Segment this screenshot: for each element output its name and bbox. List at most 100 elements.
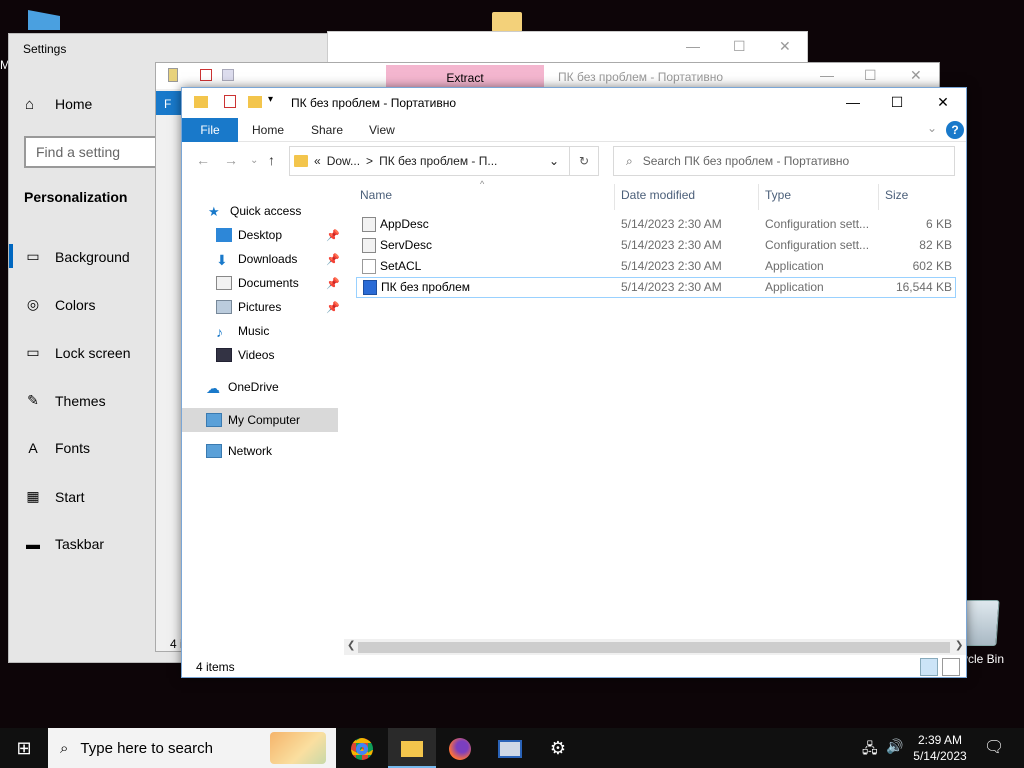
explorer-window[interactable]: ▾ ПК без проблем - Портативно — ☐ ✕ File… [181, 87, 967, 678]
file-row[interactable]: SetACL 5/14/2023 2:30 AM Application 602… [356, 256, 956, 277]
address-segment[interactable]: ПК без проблем - П... [379, 154, 497, 168]
nav-label: Downloads [238, 252, 298, 266]
address-separator[interactable]: > [366, 154, 373, 168]
extract-tab[interactable]: Extract [386, 65, 544, 89]
pin-icon[interactable]: 📌 [326, 253, 340, 266]
pin-icon[interactable]: 📌 [326, 277, 340, 290]
close-icon[interactable]: ✕ [779, 38, 791, 55]
new-folder-icon[interactable] [222, 69, 234, 81]
nav-my-computer[interactable]: My Computer [206, 409, 300, 431]
download-arrow-icon: ⬇ [216, 252, 228, 268]
settings-item-colors[interactable]: ◎ Colors [25, 296, 96, 313]
customize-toolbar-icon[interactable]: ▾ [268, 94, 273, 105]
settings-item-taskbar[interactable]: ▬ Taskbar [25, 536, 104, 552]
scroll-left-icon[interactable]: ❮ [347, 640, 355, 651]
font-icon: A [28, 440, 38, 456]
up-arrow-icon[interactable]: ↑ [268, 152, 275, 168]
settings-item-themes[interactable]: ✎ Themes [25, 392, 105, 409]
column-size[interactable]: Size [885, 188, 908, 210]
extract-window-titlebar[interactable]: Extract ПК без проблем - Портативно — ☐ … [156, 63, 939, 89]
nav-pictures[interactable]: Pictures [216, 296, 281, 318]
forward-arrow-icon[interactable]: → [224, 152, 238, 168]
scrollbar-thumb[interactable] [358, 642, 950, 653]
pictures-icon [216, 300, 232, 314]
firefox-icon[interactable] [436, 728, 484, 768]
tab-view[interactable]: View [369, 118, 395, 142]
search-input[interactable]: ⌕ Search ПК без проблем - Портативно [613, 146, 955, 176]
details-view-icon[interactable] [920, 658, 938, 676]
system-clock[interactable]: 2:39 AM 5/14/2023 [900, 732, 980, 764]
properties-icon[interactable] [200, 69, 212, 81]
file-row[interactable]: AppDesc 5/14/2023 2:30 AM Configuration … [356, 214, 956, 235]
address-bar[interactable]: « Dow... > ПК без проблем - П... ⌄ [289, 146, 570, 176]
file-row[interactable]: ServDesc 5/14/2023 2:30 AM Configuration… [356, 235, 956, 256]
remote-desktop-icon[interactable] [486, 728, 534, 768]
refresh-button[interactable]: ↻ [569, 146, 599, 176]
nav-music[interactable]: ♪ Music [216, 320, 269, 342]
address-overflow[interactable]: « [314, 154, 321, 168]
network-tray-icon[interactable]: 🖧 [862, 738, 878, 762]
settings-item-background[interactable]: ▭ Background [25, 248, 129, 265]
address-segment[interactable]: Dow... [327, 154, 360, 168]
maximize-button[interactable]: ☐ [874, 88, 920, 116]
nav-quick-access[interactable]: ★ Quick access [208, 200, 301, 222]
folder-icon [294, 155, 308, 167]
ribbon-tabs: File Home Share View ⌄ ? [182, 118, 966, 142]
properties-icon[interactable] [224, 95, 236, 108]
chevron-down-icon[interactable]: ⌄ [549, 154, 559, 168]
file-name: ServDesc [380, 238, 433, 252]
settings-item-lock-screen[interactable]: ▭ Lock screen [25, 344, 130, 361]
pin-icon[interactable]: 📌 [326, 229, 340, 242]
settings-category-title: Personalization [24, 189, 128, 205]
close-button[interactable]: ✕ [920, 88, 966, 116]
nav-videos[interactable]: Videos [216, 344, 274, 366]
column-divider[interactable] [758, 184, 759, 210]
large-icons-view-icon[interactable] [942, 658, 960, 676]
column-divider[interactable] [614, 184, 615, 210]
desktop-folder-icon[interactable] [492, 12, 522, 32]
tab-file[interactable]: File [182, 118, 238, 142]
minimize-icon[interactable]: — [820, 67, 834, 83]
settings-gear-icon[interactable]: ⚙ [534, 728, 582, 768]
nav-downloads[interactable]: ⬇ Downloads [216, 248, 297, 270]
new-folder-icon[interactable] [248, 96, 262, 108]
taskbar-search-box[interactable]: ⌕ Type here to search [48, 728, 336, 768]
column-name[interactable]: Name [360, 188, 392, 210]
explorer-titlebar[interactable]: ▾ ПК без проблем - Портативно — ☐ ✕ [182, 88, 966, 116]
back-arrow-icon[interactable]: ← [196, 152, 210, 168]
chrome-icon[interactable] [338, 728, 386, 768]
column-date-modified[interactable]: Date modified [621, 188, 695, 210]
desktop-icon[interactable] [28, 10, 60, 30]
tab-share[interactable]: Share [311, 118, 343, 142]
file-explorer-icon[interactable] [388, 728, 436, 768]
taskbar-search-placeholder: Type here to search [80, 739, 213, 757]
file-type: Configuration sett... [765, 217, 870, 231]
windows-start-icon[interactable]: ⊞ [0, 728, 48, 768]
minimize-button[interactable]: — [830, 88, 876, 116]
recycle-bin-label[interactable]: ycle Bin [962, 652, 1004, 666]
extract-window-title: ПК без проблем - Портативно [558, 70, 724, 84]
settings-item-start[interactable]: ▦ Start [25, 488, 84, 505]
horizontal-scrollbar[interactable]: ❮ ❯ [344, 639, 966, 655]
recent-locations-icon[interactable]: ⌄ [250, 155, 258, 166]
column-divider[interactable] [878, 184, 879, 210]
settings-item-fonts[interactable]: A Fonts [25, 440, 90, 456]
maximize-icon[interactable]: ☐ [733, 38, 746, 55]
close-icon[interactable]: ✕ [910, 67, 922, 84]
action-center-icon[interactable]: 🗨 [984, 737, 1004, 757]
tab-home[interactable]: Home [252, 118, 284, 142]
maximize-icon[interactable]: ☐ [864, 67, 877, 84]
search-placeholder: Search ПК без проблем - Портативно [642, 154, 850, 168]
scroll-right-icon[interactable]: ❯ [955, 640, 963, 651]
minimize-icon[interactable]: — [686, 38, 700, 54]
nav-network[interactable]: Network [206, 440, 272, 462]
pin-icon[interactable]: 📌 [326, 301, 340, 314]
expand-ribbon-icon[interactable]: ⌄ [927, 121, 937, 135]
nav-documents[interactable]: Documents [216, 272, 299, 294]
help-icon[interactable]: ? [946, 121, 964, 139]
nav-desktop[interactable]: Desktop [216, 224, 282, 246]
column-type[interactable]: Type [765, 188, 791, 210]
file-row-selected[interactable]: ПК без проблем 5/14/2023 2:30 AM Applica… [356, 277, 956, 298]
settings-home-button[interactable]: ⌂ Home [25, 96, 92, 113]
nav-onedrive[interactable]: ☁ OneDrive [206, 376, 279, 398]
